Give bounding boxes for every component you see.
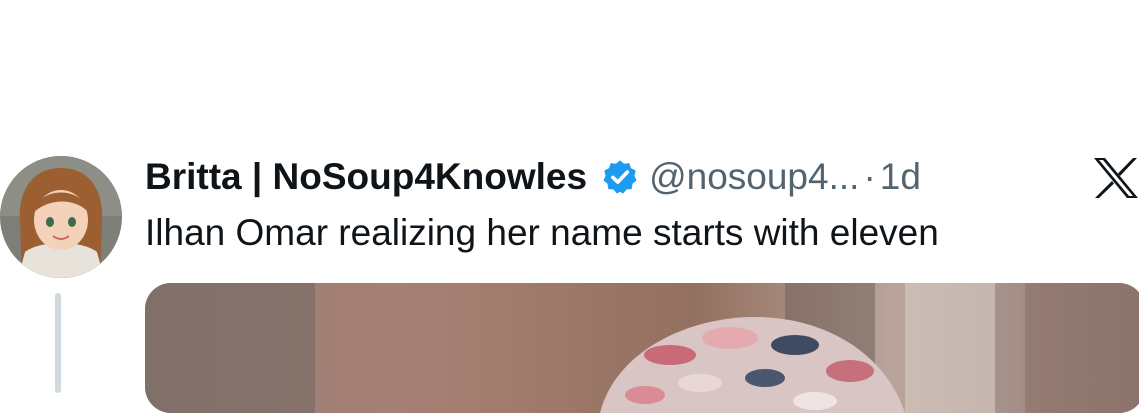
x-logo-icon[interactable] xyxy=(1092,156,1139,200)
avatar[interactable] xyxy=(0,156,122,278)
thread-line xyxy=(55,293,61,393)
timestamp[interactable]: 1d xyxy=(880,152,921,202)
tweet-text: Ilhan Omar realizing her name starts wit… xyxy=(145,212,939,253)
tweet-header: Britta | NoSoup4Knowles @nosoup4... · 1d xyxy=(145,152,921,202)
tweet[interactable]: Britta | NoSoup4Knowles @nosoup4... · 1d… xyxy=(0,0,1139,413)
verified-badge-icon xyxy=(601,158,639,196)
handle[interactable]: @nosoup4... xyxy=(649,152,859,202)
display-name[interactable]: Britta | NoSoup4Knowles xyxy=(145,152,587,202)
tweet-media-image[interactable] xyxy=(145,283,1139,413)
separator-dot: · xyxy=(863,156,876,197)
